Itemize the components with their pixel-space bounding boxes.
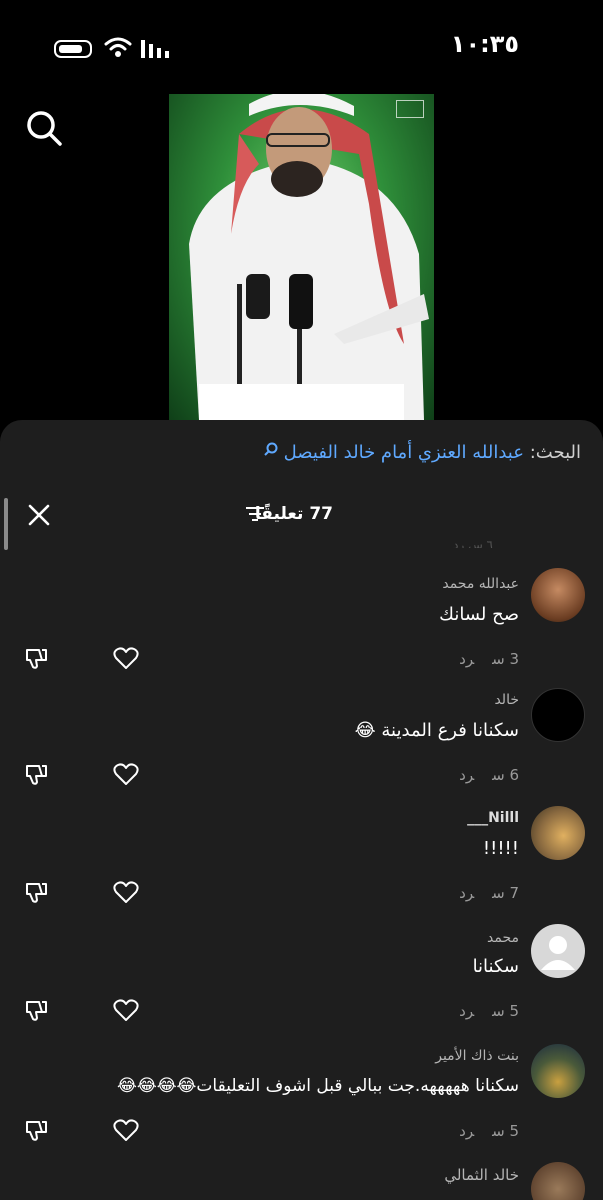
avatar[interactable] — [531, 568, 585, 622]
comment-meta: 7 س رد — [441, 884, 519, 902]
signal-icon — [141, 40, 169, 58]
search-small-icon — [264, 442, 278, 456]
status-bar: ١٠:٣٥ — [0, 0, 603, 90]
reply-button[interactable]: رد — [459, 884, 474, 902]
default-avatar-icon — [541, 936, 575, 970]
comment-time: 6 س — [492, 766, 519, 784]
reply-button[interactable]: رد — [459, 1002, 474, 1020]
heart-icon[interactable] — [112, 644, 140, 672]
avatar[interactable] — [531, 688, 585, 742]
search-query[interactable]: عبدالله العنزي أمام خالد الفيصل — [284, 442, 524, 463]
comments-header: 77 تعليقًا — [0, 502, 603, 542]
avatar[interactable] — [531, 1162, 585, 1200]
wifi-icon — [104, 37, 132, 57]
comment-time: 5 س — [492, 1122, 519, 1140]
avatar[interactable] — [531, 806, 585, 860]
search-icon[interactable] — [24, 108, 64, 148]
close-icon[interactable] — [26, 502, 52, 528]
comment-text: سكنانا هههههه.جت ببالي قبل اشوف التعليقا… — [116, 1076, 519, 1096]
scroll-handle[interactable] — [4, 498, 8, 550]
comment-time: 3 س — [492, 650, 519, 668]
comment-text: سكنانا فرع المدينة 😂 — [354, 720, 519, 741]
avatar[interactable] — [531, 1044, 585, 1098]
heart-icon[interactable] — [112, 996, 140, 1024]
comment-count: 77 تعليقًا — [254, 504, 333, 524]
comment-meta: 5 س رد — [441, 1002, 519, 1020]
comments-sheet: البحث: عبدالله العنزي أمام خالد الفيصل 7… — [0, 420, 603, 1200]
comment-text: !!!!! — [482, 838, 519, 859]
reply-button[interactable]: رد — [459, 650, 474, 668]
comment-author[interactable]: Nilll___ — [467, 810, 519, 826]
comment-text: سكنانا — [472, 956, 519, 977]
comment-time: 5 س — [492, 1002, 519, 1020]
filter-icon[interactable] — [245, 506, 265, 522]
comment-author[interactable]: محمد — [487, 930, 519, 946]
comment-author[interactable]: بنت ذاك الأمير — [435, 1048, 519, 1064]
partial-comment-meta: ٦ س رد — [453, 538, 493, 548]
heart-icon[interactable] — [112, 760, 140, 788]
status-time: ١٠:٣٥ — [450, 30, 519, 58]
comment-meta: 6 س رد — [441, 766, 519, 784]
search-suggestion[interactable]: البحث: عبدالله العنزي أمام خالد الفيصل — [264, 442, 581, 463]
channel-logo — [396, 100, 424, 118]
comment-time: 7 س — [492, 884, 519, 902]
video-player[interactable] — [169, 94, 434, 420]
comment-meta: 3 س رد — [441, 650, 519, 668]
comment-author[interactable]: خالد الثمالي — [444, 1166, 519, 1184]
dislike-icon[interactable] — [23, 760, 51, 788]
dislike-icon[interactable] — [23, 644, 51, 672]
heart-icon[interactable] — [112, 878, 140, 906]
reply-button[interactable]: رد — [459, 1122, 474, 1140]
comment-author[interactable]: خالد — [494, 692, 519, 708]
video-frame — [189, 94, 429, 420]
dislike-icon[interactable] — [23, 1116, 51, 1144]
avatar[interactable] — [531, 924, 585, 978]
comment-author[interactable]: عبدالله محمد — [442, 576, 519, 592]
search-label: البحث: — [529, 442, 581, 463]
comment-meta: 5 س رد — [441, 1122, 519, 1140]
comment-text: صح لسانك — [439, 604, 519, 625]
dislike-icon[interactable] — [23, 996, 51, 1024]
battery-icon — [54, 40, 92, 58]
dislike-icon[interactable] — [23, 878, 51, 906]
heart-icon[interactable] — [112, 1116, 140, 1144]
reply-button[interactable]: رد — [459, 766, 474, 784]
